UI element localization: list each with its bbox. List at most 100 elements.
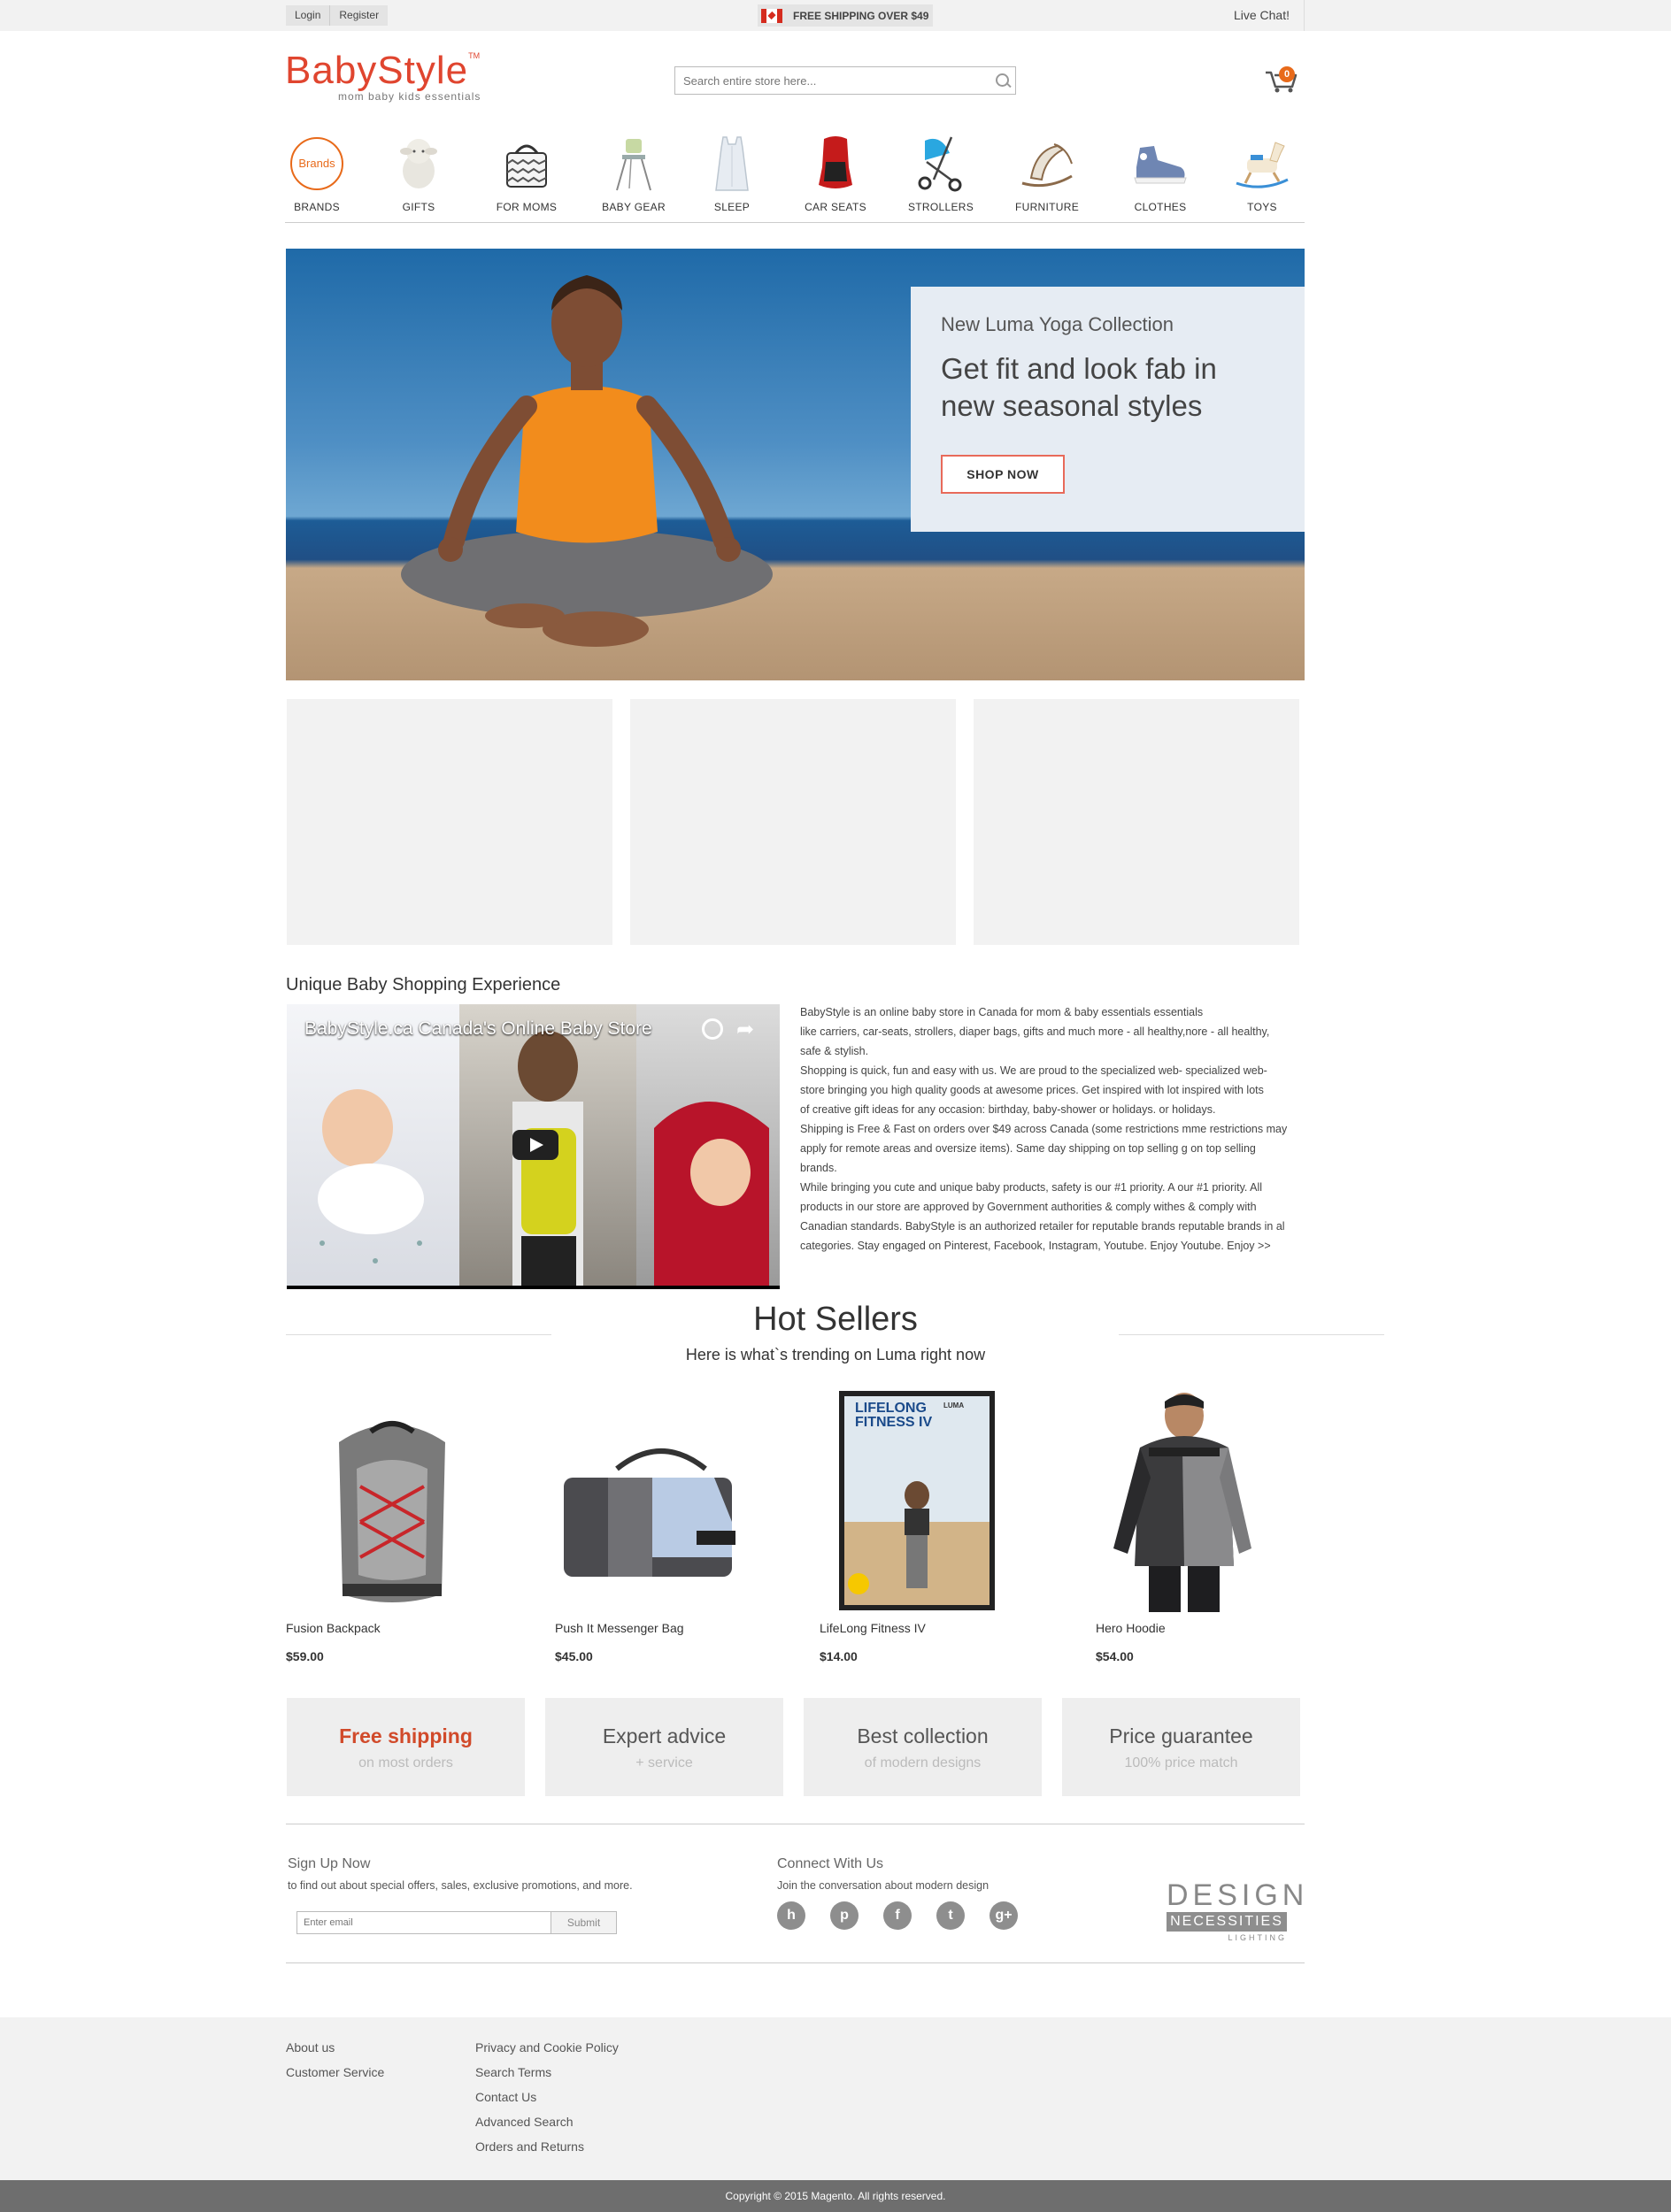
auth-links: Login Register (286, 5, 389, 26)
product-name[interactable]: Hero Hoodie (1096, 1621, 1308, 1635)
product-card[interactable]: Push It Messenger Bag $45.00 (555, 1389, 767, 1663)
dvd-case-icon[interactable]: LIFELONG FITNESS IV LUMA (820, 1389, 1032, 1612)
backpack-icon[interactable] (286, 1389, 498, 1612)
category-gifts[interactable]: GIFTS (366, 134, 472, 223)
category-furniture[interactable]: FURNITURE (994, 134, 1100, 223)
about-line: products in our store are approved by Go… (800, 1201, 1257, 1213)
footer-link-about-us[interactable]: About us (286, 2035, 384, 2060)
twitter-icon[interactable]: t (936, 1901, 965, 1930)
brands-icon: Brands (290, 137, 343, 190)
footer-link-contact-us[interactable]: Contact Us (475, 2085, 619, 2109)
product-price: $45.00 (555, 1649, 593, 1663)
footer-link-privacy[interactable]: Privacy and Cookie Policy (475, 2035, 619, 2060)
submit-button[interactable]: Submit (551, 1911, 617, 1934)
category-brands[interactable]: Brands BRANDS (264, 134, 370, 223)
category-car-seats[interactable]: CAR SEATS (782, 134, 889, 223)
mini-cart[interactable]: 0 (1264, 62, 1299, 94)
product-name[interactable]: Fusion Backpack (286, 1621, 498, 1635)
feature-free-shipping: Free shipping on most orders (287, 1698, 525, 1796)
feature-subtitle: on most orders (358, 1755, 453, 1770)
footer-link-search-terms[interactable]: Search Terms (475, 2060, 619, 2085)
category-label: FURNITURE (1014, 201, 1080, 213)
watch-later-icon[interactable] (702, 1018, 723, 1040)
partner-line-1: DESIGN (1167, 1878, 1309, 1912)
promo-tile[interactable] (287, 699, 612, 945)
video-progress-bar[interactable] (287, 1286, 780, 1289)
video-frame-carseat (636, 1004, 780, 1289)
category-strollers[interactable]: STROLLERS (888, 134, 994, 223)
hoodie-icon[interactable] (1096, 1389, 1308, 1612)
category-clothes[interactable]: CLOTHES (1107, 134, 1213, 223)
category-label: GIFTS (402, 201, 435, 213)
hero-banner[interactable]: New Luma Yoga Collection Get fit and loo… (286, 249, 1305, 680)
footer-link-customer-service[interactable]: Customer Service (286, 2060, 384, 2085)
footer-link-advanced-search[interactable]: Advanced Search (475, 2109, 619, 2134)
promo-tile[interactable] (630, 699, 956, 945)
feature-expert-advice: Expert advice + service (545, 1698, 783, 1796)
connect-text: Join the conversation about modern desig… (777, 1879, 990, 1892)
category-label: SLEEP (713, 201, 751, 213)
facebook-icon[interactable]: f (883, 1901, 912, 1930)
footer: About us Customer Service Privacy and Co… (0, 2017, 1671, 2180)
search-input[interactable] (675, 68, 989, 93)
category-label: BABY GEAR (602, 201, 666, 213)
about-text: BabyStyle is an online baby store in Can… (800, 1002, 1305, 1256)
copyright: Copyright © 2015 Magento. All rights res… (0, 2180, 1671, 2212)
promo-tile[interactable] (974, 699, 1299, 945)
category-label: TOYS (1247, 201, 1277, 213)
feature-subtitle: + service (635, 1755, 693, 1770)
shop-now-button[interactable]: SHOP NOW (941, 455, 1065, 494)
high-chair-icon (604, 134, 663, 193)
about-line[interactable]: categories. Stay engaged on Pinterest, F… (800, 1236, 1305, 1256)
category-label: BRANDS (294, 201, 340, 213)
houzz-icon[interactable]: h (777, 1901, 805, 1930)
site-logo[interactable]: BabyStyleTM mom baby kids essentials (285, 51, 481, 104)
category-baby-gear[interactable]: BABY GEAR (581, 134, 687, 223)
yoga-woman-image (401, 275, 773, 647)
register-link[interactable]: Register (330, 5, 388, 26)
video-title[interactable]: BabyStyle.ca Canada's Online Baby Store (304, 1018, 652, 1040)
hero-card: New Luma Yoga Collection Get fit and loo… (911, 287, 1305, 532)
diaper-bag-icon (497, 134, 556, 193)
product-card[interactable]: LIFELONG FITNESS IV LUMA LifeLong Fitnes… (820, 1389, 1032, 1663)
footer-link-orders-returns[interactable]: Orders and Returns (475, 2134, 619, 2159)
about-line: apply for remote areas and oversize item… (800, 1142, 1256, 1155)
email-field[interactable] (296, 1911, 551, 1934)
play-button-icon[interactable] (512, 1130, 558, 1160)
design-necessities-logo[interactable]: DESIGN NECESSITIES LIGHTING (1167, 1878, 1309, 1942)
login-link[interactable]: Login (286, 5, 331, 26)
shipping-promo: FREE SHIPPING OVER $49 (758, 4, 933, 27)
signup-heading: Sign Up Now (288, 1856, 371, 1871)
feature-title: Best collection (857, 1724, 989, 1747)
pinterest-icon[interactable]: p (830, 1901, 859, 1930)
feature-title: Expert advice (602, 1724, 727, 1747)
video-player[interactable]: BabyStyle.ca Canada's Online Baby Store … (287, 1004, 780, 1289)
newsletter-form: Submit (296, 1911, 617, 1934)
hero-kicker: New Luma Yoga Collection (941, 313, 1174, 335)
category-label: FOR MOMS (496, 201, 558, 213)
product-card[interactable]: Hero Hoodie $54.00 (1096, 1389, 1308, 1663)
product-name[interactable]: Push It Messenger Bag (555, 1621, 767, 1635)
google-plus-icon[interactable]: g+ (990, 1901, 1018, 1930)
shipping-promo-text: FREE SHIPPING OVER $49 (793, 9, 929, 22)
product-name[interactable]: LifeLong Fitness IV (820, 1621, 1032, 1635)
dvd-cover-brand: LUMA (943, 1402, 965, 1409)
share-icon[interactable]: ➦ (736, 1017, 754, 1042)
about-line: Canadian standards. BabyStyle is an auth… (800, 1220, 1285, 1233)
category-toys[interactable]: TOYS (1209, 134, 1315, 223)
category-sleep[interactable]: SLEEP (679, 134, 785, 223)
search-icon[interactable] (989, 68, 1015, 93)
logo-tagline: mom baby kids essentials (338, 90, 481, 103)
product-card[interactable]: Fusion Backpack $59.00 (286, 1389, 498, 1663)
canada-flag-icon (761, 8, 782, 23)
live-chat-link[interactable]: Live Chat! (1234, 0, 1305, 31)
car-seat-icon (806, 134, 865, 193)
about-line: Shipping is Free & Fast on orders over $… (800, 1123, 1288, 1135)
about-line: of creative gift ideas for any occasion:… (800, 1103, 1216, 1116)
bouncer-icon (1018, 134, 1076, 193)
category-for-moms[interactable]: FOR MOMS (474, 134, 580, 223)
social-links: h p f t g+ (777, 1901, 1043, 1930)
partner-line-3: LIGHTING (1228, 1933, 1287, 1942)
messenger-bag-icon[interactable] (555, 1389, 767, 1612)
stroller-icon (912, 134, 970, 193)
